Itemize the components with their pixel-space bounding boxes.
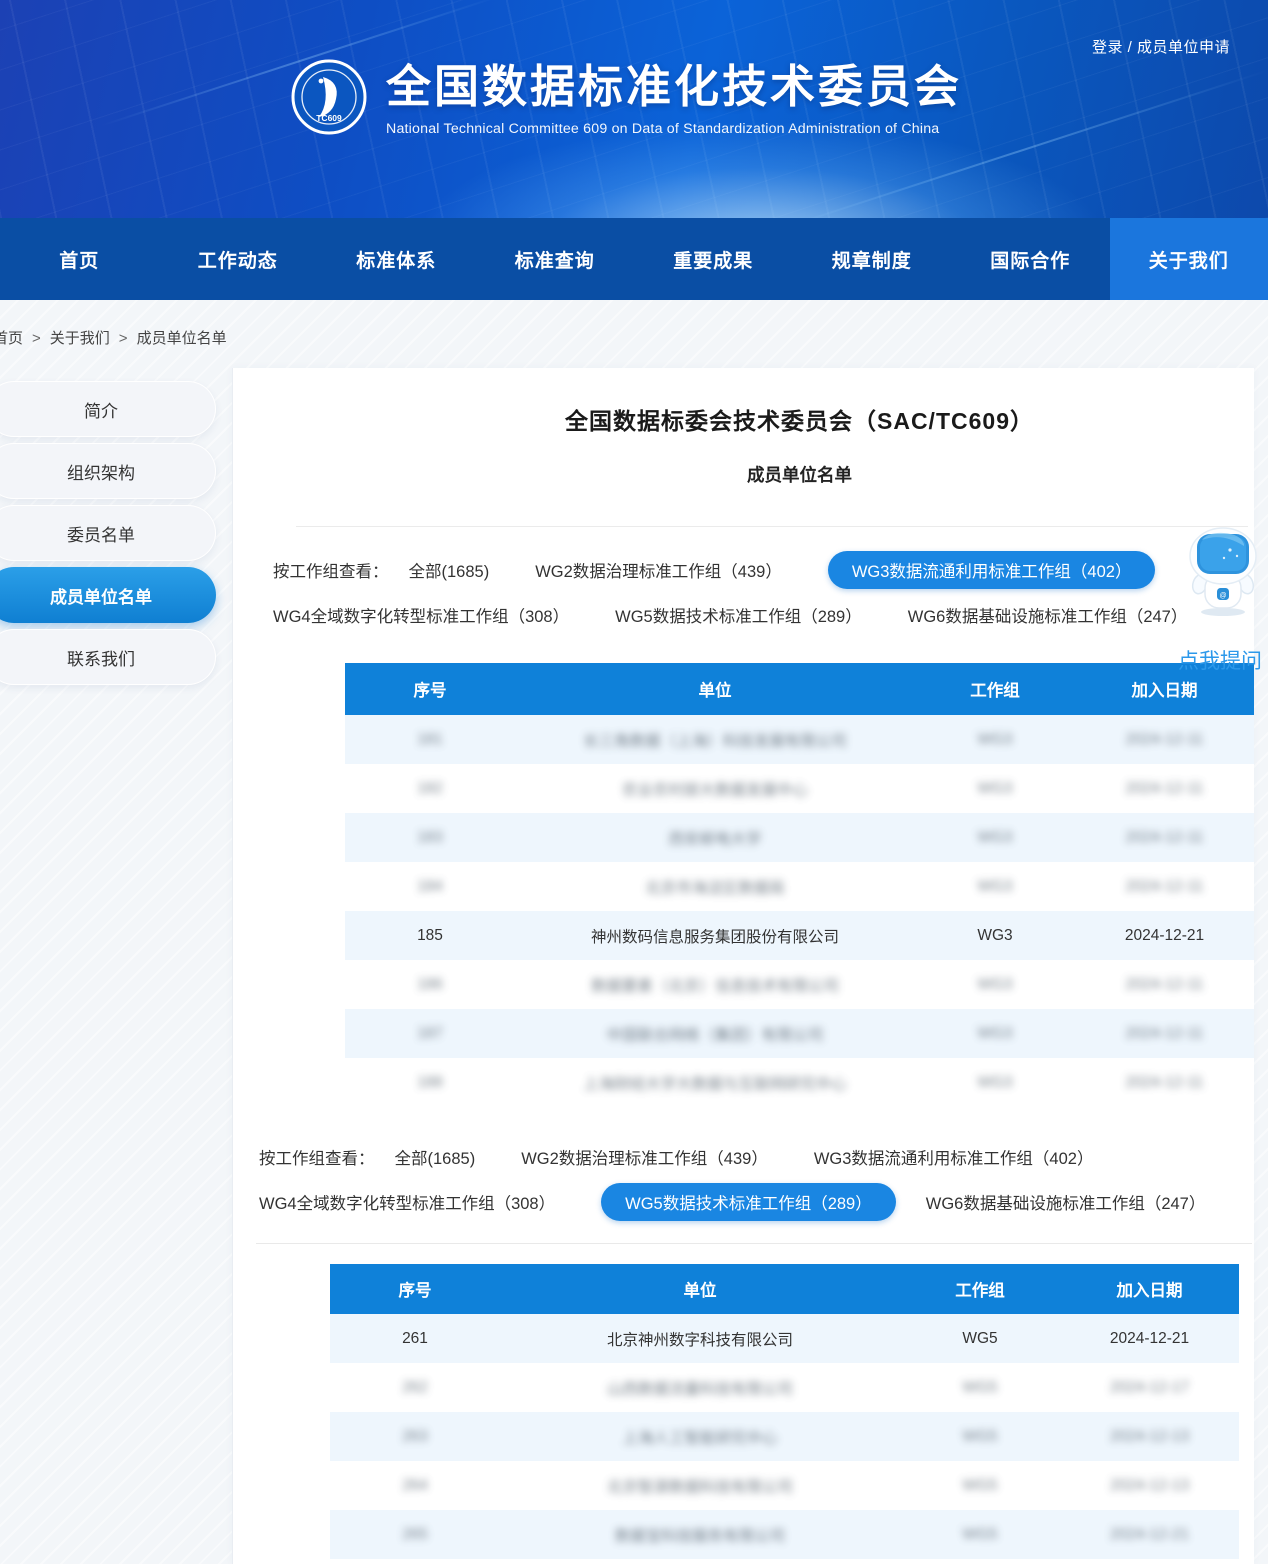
svg-text:@: @ [1219, 593, 1226, 600]
ask-me-label[interactable]: 点我提问 [1174, 645, 1266, 675]
table-row: 184北京市海淀区数据局WG32024-12-11 [345, 862, 1254, 911]
table-row: 265数据宝科技服务有限公司WG52024-12-21 [330, 1510, 1239, 1559]
sidebar-item-committee-list[interactable]: 委员名单 [0, 505, 216, 561]
filter-wg2[interactable]: WG2数据治理标准工作组（439） [521, 1145, 768, 1169]
breadcrumb-separator: > [119, 330, 128, 347]
nav-standard-search[interactable]: 标准查询 [476, 218, 635, 300]
member-units-table-wg3: 序号 单位 工作组 加入日期 181长三角数据（上海）科技发展有限公司WG320… [345, 663, 1254, 1107]
table-row: 187中国联合网络（集团）有限公司WG32024-12-11 [345, 1009, 1254, 1058]
nav-standard-system[interactable]: 标准体系 [317, 218, 476, 300]
col-join-date: 加入日期 [1060, 1264, 1239, 1314]
table-row: 186数据要素（北京）信息技术有限公司WG32024-12-11 [345, 960, 1254, 1009]
filter-all[interactable]: 全部(1685) [395, 1145, 476, 1169]
breadcrumb: 首页 > 关于我们 > 成员单位名单 [0, 318, 1268, 360]
filter-wg6[interactable]: WG6数据基础设施标准工作组（247） [926, 1190, 1206, 1214]
page-title: 全国数据标委会技术委员会（SAC/TC609） [345, 402, 1254, 436]
sidebar-item-org-structure[interactable]: 组织架构 [0, 443, 216, 499]
workgroup-filter-bar-2: 按工作组查看： 全部(1685) WG2数据治理标准工作组（439） WG3数据… [259, 1139, 1254, 1221]
filter-wg4[interactable]: WG4全域数字化转型标准工作组（308） [259, 1190, 555, 1214]
filter-wg6[interactable]: WG6数据基础设施标准工作组（247） [908, 603, 1188, 627]
tc609-logo-icon: TC609 [290, 55, 368, 139]
breadcrumb-current: 成员单位名单 [137, 330, 227, 347]
filter-wg2[interactable]: WG2数据治理标准工作组（439） [535, 558, 782, 582]
nav-work-news[interactable]: 工作动态 [159, 218, 318, 300]
col-seq: 序号 [345, 663, 515, 715]
sidebar-item-member-units[interactable]: 成员单位名单 [0, 567, 216, 623]
robot-mascot-icon[interactable]: @ [1180, 526, 1266, 623]
col-seq: 序号 [330, 1264, 500, 1314]
chat-assistant[interactable]: @ 点我提问 [1180, 526, 1266, 675]
table-row: 264北京智源数据科技有限公司WG52024-12-13 [330, 1461, 1239, 1510]
filter-wg3[interactable]: WG3数据流通利用标准工作组（402） [814, 1145, 1094, 1169]
filter-label: 按工作组查看： [273, 558, 389, 582]
content-area: 简介 组织架构 委员名单 成员单位名单 联系我们 全国数据标委会技术委员会（SA… [0, 368, 1268, 1564]
table-row: 263上海人工智能研究中心WG52024-12-13 [330, 1412, 1239, 1461]
filter-label: 按工作组查看： [259, 1145, 375, 1169]
table-row-shenzhou-shuma: 185神州数码信息服务集团股份有限公司WG32024-12-21 [345, 911, 1254, 960]
member-units-table-wg5: 序号 单位 工作组 加入日期 261北京神州数字科技有限公司WG52024-12… [330, 1264, 1239, 1559]
sidebar: 简介 组织架构 委员名单 成员单位名单 联系我们 [0, 381, 232, 691]
nav-regulations[interactable]: 规章制度 [793, 218, 952, 300]
table-header-row: 序号 单位 工作组 加入日期 [330, 1264, 1239, 1314]
main-card: 全国数据标委会技术委员会（SAC/TC609） 成员单位名单 按工作组查看： 全… [232, 368, 1254, 1564]
divider [256, 1243, 1252, 1244]
site-brand: TC609 全国数据标准化技术委员会 National Technical Co… [290, 55, 962, 139]
workgroup-filter-bar-1: 按工作组查看： 全部(1685) WG2数据治理标准工作组（439） WG3数据… [273, 551, 1254, 633]
main-nav: 首页 工作动态 标准体系 标准查询 重要成果 规章制度 国际合作 关于我们 [0, 218, 1268, 300]
sidebar-item-contact[interactable]: 联系我们 [0, 629, 216, 685]
site-banner: 登录 / 成员单位申请 TC609 全国数据标准化技术委员会 National … [0, 0, 1268, 218]
breadcrumb-separator: > [32, 330, 41, 347]
nav-achievements[interactable]: 重要成果 [634, 218, 793, 300]
sidebar-item-intro[interactable]: 简介 [0, 381, 216, 437]
nav-international[interactable]: 国际合作 [951, 218, 1110, 300]
nav-about-us[interactable]: 关于我们 [1110, 218, 1268, 300]
filter-wg3[interactable]: WG3数据流通利用标准工作组（402） [828, 551, 1156, 589]
site-subtitle: National Technical Committee 609 on Data… [386, 121, 962, 137]
filter-wg4[interactable]: WG4全域数字化转型标准工作组（308） [273, 603, 569, 627]
filter-wg5[interactable]: WG5数据技术标准工作组（289） [615, 603, 862, 627]
divider [296, 526, 1248, 527]
col-unit: 单位 [500, 1264, 900, 1314]
breadcrumb-about[interactable]: 关于我们 [50, 330, 110, 347]
filter-wg5[interactable]: WG5数据技术标准工作组（289） [601, 1183, 896, 1221]
page-subtitle: 成员单位名单 [345, 462, 1254, 487]
nav-home[interactable]: 首页 [0, 218, 159, 300]
site-title: 全国数据标准化技术委员会 [386, 55, 962, 119]
table-row: 182农业农村部大数据发展中心WG32024-12-11 [345, 764, 1254, 813]
filter-all[interactable]: 全部(1685) [409, 558, 490, 582]
col-unit: 单位 [515, 663, 915, 715]
table-row: 183西安邮电大学WG32024-12-11 [345, 813, 1254, 862]
login-member-apply-link[interactable]: 登录 / 成员单位申请 [1092, 36, 1230, 57]
table-row: 262山西数据流量科技有限公司WG52024-12-17 [330, 1363, 1239, 1412]
breadcrumb-home[interactable]: 首页 [0, 330, 23, 347]
table-row: 188上海财经大学大数据与互联网研究中心WG32024-12-11 [345, 1058, 1254, 1107]
svg-text:TC609: TC609 [316, 113, 342, 123]
table-row: 181长三角数据（上海）科技发展有限公司WG32024-12-11 [345, 715, 1254, 764]
table-header-row: 序号 单位 工作组 加入日期 [345, 663, 1254, 715]
col-workgroup: 工作组 [900, 1264, 1060, 1314]
col-workgroup: 工作组 [915, 663, 1075, 715]
table-row-beijing-shenzhou: 261北京神州数字科技有限公司WG52024-12-21 [330, 1314, 1239, 1363]
